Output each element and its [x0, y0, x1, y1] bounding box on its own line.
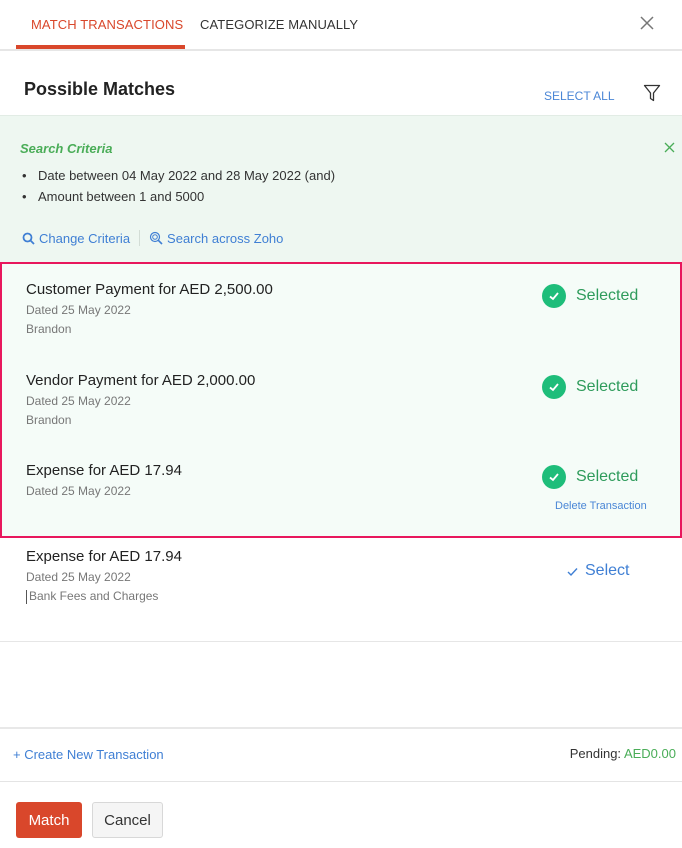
tab-categorize-manually[interactable]: CATEGORIZE MANUALLY — [200, 17, 358, 32]
text-cursor — [26, 589, 27, 604]
change-criteria-label: Change Criteria — [39, 230, 131, 246]
divider — [139, 230, 141, 246]
criteria-item: Date between 04 May 2022 and 28 May 2022… — [20, 168, 335, 189]
search-criteria-panel: Search Criteria Date between 04 May 2022… — [0, 115, 682, 263]
tab-match-transactions[interactable]: MATCH TRANSACTIONS — [31, 17, 183, 32]
check-icon — [567, 567, 578, 576]
match-party: Brandon — [26, 413, 72, 427]
match-title: Expense for AED 17.94 — [26, 548, 182, 565]
list-item[interactable]: Expense for AED 17.94 Dated 25 May 2022 … — [26, 548, 182, 604]
match-date: Dated 25 May 2022 — [26, 570, 131, 584]
pending-value: AED0.00 — [623, 746, 676, 761]
check-circle-icon — [542, 465, 566, 489]
search-icon — [22, 232, 35, 245]
criteria-item: Amount between 1 and 5000 — [20, 189, 335, 210]
match-account-label: Bank Fees and Charges — [29, 589, 159, 603]
close-icon[interactable] — [638, 14, 656, 32]
search-across-zoho-link[interactable]: Search across Zoho — [149, 231, 283, 246]
selected-status[interactable]: Selected — [542, 375, 638, 399]
selected-status[interactable]: Selected — [542, 465, 638, 489]
list-item[interactable]: Expense for AED 17.94 Dated 25 May 2022 — [26, 462, 182, 498]
divider — [0, 727, 682, 729]
cancel-button[interactable]: Cancel — [92, 802, 163, 838]
check-circle-icon — [542, 284, 566, 308]
check-circle-icon — [542, 375, 566, 399]
match-party: Brandon — [26, 322, 72, 336]
match-date: Dated 25 May 2022 — [26, 394, 131, 408]
selected-label: Selected — [576, 468, 639, 485]
tab-bar: MATCH TRANSACTIONS CATEGORIZE MANUALLY — [0, 0, 682, 51]
filter-icon[interactable] — [643, 84, 661, 102]
selected-status[interactable]: Selected — [542, 284, 638, 308]
global-search-icon — [149, 231, 163, 245]
match-title: Customer Payment for AED 2,500.00 — [26, 281, 273, 298]
criteria-actions: Change Criteria Search across Zoho — [22, 230, 283, 246]
pending-label: Pending: — [569, 746, 622, 761]
page-title: Possible Matches — [24, 79, 176, 99]
divider — [0, 781, 682, 782]
divider — [0, 641, 682, 642]
selected-label: Selected — [576, 287, 639, 304]
search-criteria-title: Search Criteria — [20, 141, 113, 156]
select-all-button[interactable]: SELECT ALL — [544, 89, 615, 103]
delete-transaction-link[interactable]: Delete Transaction — [555, 500, 647, 512]
criteria-list: Date between 04 May 2022 and 28 May 2022… — [20, 168, 335, 210]
match-date: Dated 25 May 2022 — [26, 303, 131, 317]
active-tab-indicator — [16, 45, 185, 49]
match-title: Vendor Payment for AED 2,000.00 — [26, 372, 256, 389]
change-criteria-link[interactable]: Change Criteria — [22, 231, 130, 246]
list-item[interactable]: Vendor Payment for AED 2,000.00 Dated 25… — [26, 372, 255, 427]
selected-label: Selected — [576, 378, 639, 395]
list-item[interactable]: Customer Payment for AED 2,500.00 Dated … — [26, 281, 273, 336]
select-label: Select — [585, 562, 630, 579]
close-criteria-icon[interactable] — [664, 142, 675, 153]
create-new-transaction-link[interactable]: + Create New Transaction — [13, 747, 164, 762]
match-date: Dated 25 May 2022 — [26, 484, 131, 498]
pending-amount: Pending: AED0.00 — [570, 746, 676, 761]
match-title: Expense for AED 17.94 — [26, 462, 182, 479]
search-across-zoho-label: Search across Zoho — [167, 230, 284, 246]
match-account: Bank Fees and Charges — [26, 589, 182, 604]
match-button[interactable]: Match — [16, 802, 82, 838]
select-button[interactable]: Select — [566, 562, 629, 580]
